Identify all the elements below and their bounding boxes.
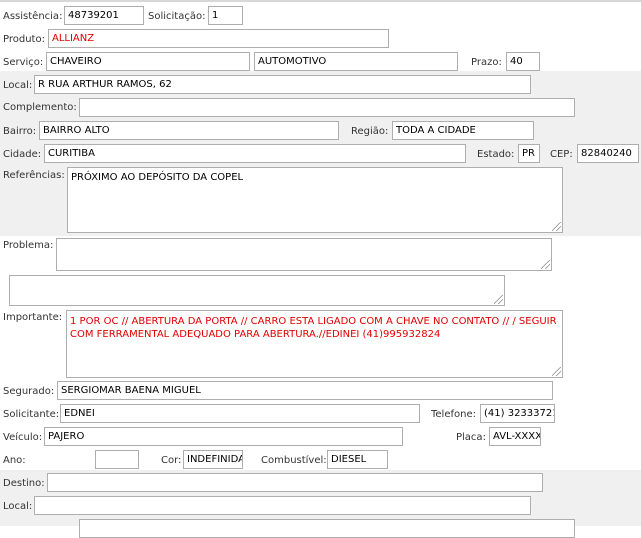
cor-label: Cor:: [161, 455, 182, 466]
importante-label: Importante:: [3, 312, 63, 323]
resize-grip-icon[interactable]: [494, 295, 503, 304]
importante-textarea[interactable]: 1 POR OC // ABERTURA DA PORTA // CARRO E…: [66, 310, 563, 378]
assistencia-field[interactable]: 48739201: [64, 6, 144, 25]
placa-field[interactable]: AVL-XXXX: [489, 427, 541, 446]
produto-field[interactable]: ALLIANZ: [48, 29, 389, 48]
ano-label: Ano:: [3, 455, 26, 466]
resize-grip-icon[interactable]: [552, 367, 561, 376]
destino-local-field[interactable]: [34, 496, 531, 515]
importante-text: 1 POR OC // ABERTURA DA PORTA // CARRO E…: [70, 316, 557, 340]
solicitacao-label: Solicitação:: [148, 11, 206, 22]
solicitante-field[interactable]: EDNEI: [60, 404, 420, 423]
solicitante-label: Solicitante:: [3, 409, 60, 420]
local-label: Local:: [3, 80, 33, 91]
ano-field[interactable]: [95, 450, 139, 469]
estado-field[interactable]: PR: [518, 144, 540, 163]
servico-type-field[interactable]: AUTOMOTIVO: [254, 52, 458, 71]
complemento-label: Complemento:: [3, 102, 77, 113]
regiao-field[interactable]: TODA A CIDADE: [392, 121, 534, 140]
segurado-label: Segurado:: [3, 386, 55, 397]
referencias-textarea[interactable]: PRÓXIMO AO DEPÓSITO DA COPEL: [67, 167, 563, 233]
cep-label: CEP:: [550, 149, 573, 160]
bairro-label: Bairro:: [3, 126, 37, 137]
solicitacao-field[interactable]: 1: [208, 6, 243, 25]
assistencia-label: Assistência:: [3, 11, 63, 22]
estado-label: Estado:: [477, 149, 515, 160]
resize-grip-icon[interactable]: [541, 260, 550, 269]
local-field[interactable]: R RUA ARTHUR RAMOS, 62: [34, 75, 531, 94]
telefone-field[interactable]: (41) 32333721: [480, 404, 555, 423]
bairro-field[interactable]: BAIRRO ALTO: [39, 121, 339, 140]
top-border: [0, 0, 641, 2]
veiculo-field[interactable]: PAJERO: [44, 427, 403, 446]
telefone-label: Telefone:: [431, 409, 476, 420]
destino-field[interactable]: [47, 473, 543, 492]
complemento-field[interactable]: [79, 98, 575, 117]
prazo-field[interactable]: 40: [506, 52, 540, 71]
segurado-field[interactable]: SERGIOMAR BAENA MIGUEL: [57, 381, 553, 400]
resize-grip-icon[interactable]: [552, 222, 561, 231]
destino-complemento-field[interactable]: [79, 519, 575, 538]
produto-label: Produto:: [3, 34, 45, 45]
cidade-field[interactable]: CURITIBA: [44, 144, 466, 163]
combustivel-field[interactable]: DIESEL: [327, 450, 388, 469]
problema-label: Problema:: [3, 240, 54, 251]
referencias-label: Referências:: [3, 170, 65, 181]
placa-label: Placa:: [456, 432, 486, 443]
servico-field[interactable]: CHAVEIRO: [46, 52, 250, 71]
servico-label: Serviço:: [3, 57, 44, 68]
veiculo-label: Veículo:: [3, 432, 43, 443]
referencias-text: PRÓXIMO AO DEPÓSITO DA COPEL: [71, 172, 244, 183]
destino-local-label: Local:: [3, 501, 33, 512]
regiao-label: Região:: [351, 126, 389, 137]
problema-extra-textarea[interactable]: [9, 275, 505, 306]
problema-textarea[interactable]: [56, 238, 552, 271]
destino-label: Destino:: [3, 478, 45, 489]
combustivel-label: Combustível:: [261, 455, 327, 466]
cor-field[interactable]: INDEFINIDA: [183, 450, 243, 469]
prazo-label: Prazo:: [471, 57, 502, 68]
cidade-label: Cidade:: [3, 149, 42, 160]
cep-field[interactable]: 82840240: [577, 144, 639, 163]
